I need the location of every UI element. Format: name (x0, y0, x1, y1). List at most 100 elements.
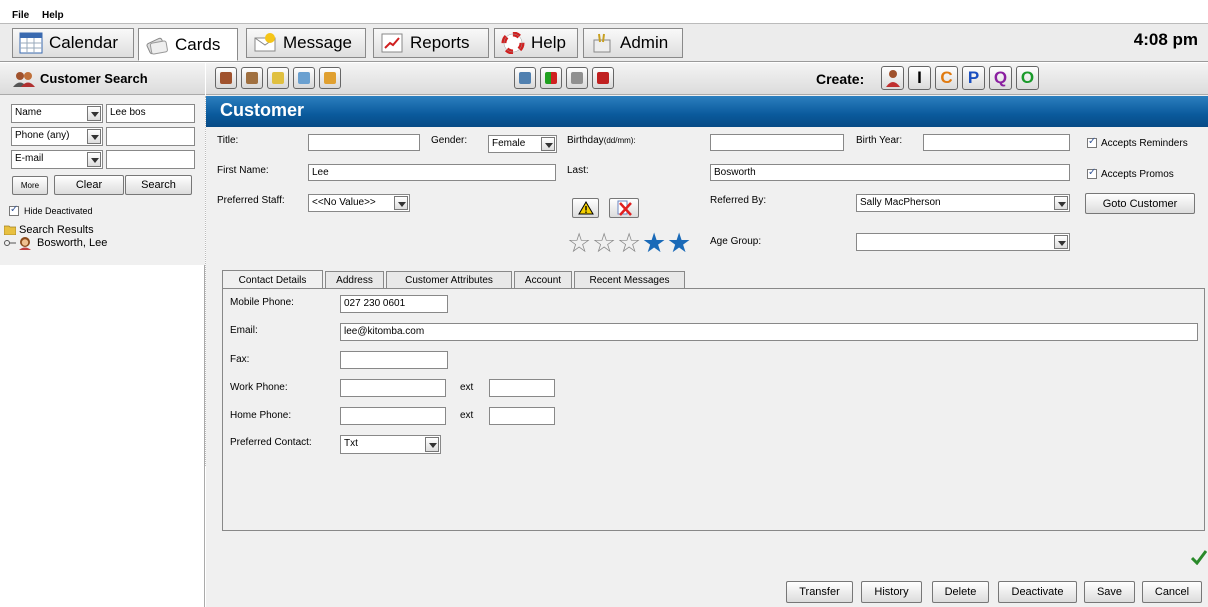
tab-admin[interactable]: Admin (583, 28, 683, 58)
search-results-node[interactable]: Search Results (4, 223, 107, 236)
gender-label: Gender: (431, 135, 468, 146)
register-toolbar-button[interactable] (566, 67, 588, 89)
fax-input[interactable] (340, 351, 448, 369)
work-ext-input[interactable] (489, 379, 555, 397)
search-field2-input[interactable] (106, 127, 195, 146)
payments-toolbar-button[interactable] (293, 67, 315, 89)
cancel-button[interactable]: Cancel (1142, 581, 1202, 603)
person-icon (19, 237, 31, 250)
search-field2-type[interactable]: Phone (any) (11, 127, 103, 146)
accepts-promos-checkbox[interactable] (1087, 167, 1097, 179)
mobile-phone-input[interactable]: 027 230 0601 (340, 295, 448, 313)
menu-help[interactable]: Help (42, 10, 64, 21)
rating-star[interactable]: ☆ (567, 230, 591, 257)
age-group-select[interactable] (856, 233, 1070, 251)
gender-select[interactable]: Female (488, 135, 557, 153)
tab-calendar[interactable]: Calendar (12, 28, 134, 58)
preferred-staff-select[interactable]: <<No Value>> (308, 194, 410, 212)
work-phone-input[interactable] (340, 379, 446, 397)
rating-star[interactable]: ☆ (617, 230, 641, 257)
search-field1-type[interactable]: Name (11, 104, 103, 123)
create-q-button[interactable]: Q (989, 66, 1012, 90)
first-name-label: First Name: (217, 165, 269, 176)
stamp-toolbar-button[interactable] (592, 67, 614, 89)
birth-year-input[interactable] (923, 134, 1070, 151)
admin-icon (593, 33, 611, 53)
clear-button[interactable]: Clear (54, 175, 124, 195)
tab-cards[interactable]: Cards (138, 28, 238, 61)
delete-button[interactable]: Delete (932, 581, 989, 603)
customer-search-title: Customer Search (40, 71, 148, 86)
tab-reports-label: Reports (410, 33, 470, 52)
home-ext-label: ext (460, 410, 474, 421)
create-c-button[interactable]: C (935, 66, 958, 90)
save-button[interactable]: Save (1084, 581, 1135, 603)
goto-customer-button[interactable]: Goto Customer (1085, 193, 1195, 214)
create-customer-button[interactable] (881, 66, 904, 90)
tab-contact-details[interactable]: Contact Details (222, 270, 323, 290)
search-field3-type[interactable]: E-mail (11, 150, 103, 169)
home-phone-input[interactable] (340, 407, 446, 425)
search-field3-input[interactable] (106, 150, 195, 169)
mobile-phone-label: Mobile Phone: (230, 297, 294, 308)
warning-button[interactable] (572, 198, 599, 218)
transfer-toolbar-button[interactable] (540, 67, 562, 89)
history-button[interactable]: History (861, 581, 922, 603)
stamp-icon (597, 72, 609, 84)
rating-star[interactable]: ☆ (592, 230, 616, 257)
transfer-button[interactable]: Transfer (786, 581, 853, 603)
last-name-label: Last: (567, 165, 589, 176)
message-icon (254, 33, 276, 52)
tab-recent-messages[interactable]: Recent Messages (574, 271, 685, 289)
calendar-icon (19, 32, 43, 54)
splitter-handle[interactable] (205, 96, 206, 466)
result-item[interactable]: Bosworth, Lee (4, 236, 107, 250)
first-name-input[interactable]: Lee (308, 164, 556, 181)
people-icon (13, 72, 35, 87)
preferred-contact-select[interactable]: Txt (340, 435, 441, 454)
menu-bar: File Help (0, 0, 1208, 24)
deactivate-button[interactable]: Deactivate (998, 581, 1077, 603)
delete-flag-button[interactable] (609, 198, 639, 218)
rating-star[interactable]: ★ (642, 230, 666, 257)
work-phone-label: Work Phone: (230, 382, 288, 393)
contact-details-panel: Mobile Phone: 027 230 0601 Email: lee@ki… (222, 288, 1205, 531)
birthday-input[interactable] (710, 134, 844, 151)
customers-toolbar-button[interactable] (215, 67, 237, 89)
menu-file[interactable]: File (12, 10, 29, 21)
home-ext-input[interactable] (489, 407, 555, 425)
clock: 4:08 pm (1133, 30, 1198, 49)
tab-customer-attributes[interactable]: Customer Attributes (386, 271, 512, 289)
create-p-button[interactable]: P (962, 66, 985, 90)
search-field1-input[interactable]: Lee bos (106, 104, 195, 123)
money-icon (272, 72, 284, 84)
title-input[interactable] (308, 134, 420, 151)
email-label: Email: (230, 325, 258, 336)
folder-toolbar-button[interactable] (319, 67, 341, 89)
tab-address[interactable]: Address (325, 271, 384, 289)
hide-deactivated-checkbox[interactable] (9, 204, 19, 216)
accepts-reminders-checkbox[interactable] (1087, 136, 1097, 148)
email-input[interactable]: lee@kitomba.com (340, 323, 1198, 341)
create-i-button[interactable]: I (908, 66, 931, 90)
products-toolbar-button[interactable] (241, 67, 263, 89)
home-phone-label: Home Phone: (230, 410, 292, 421)
tab-help[interactable]: Help (494, 28, 578, 58)
create-o-button[interactable]: O (1016, 66, 1039, 90)
money-toolbar-button[interactable] (267, 67, 289, 89)
tab-help-label: Help (531, 33, 566, 52)
search-button[interactable]: Search (125, 175, 192, 195)
document-toolbar-button[interactable] (514, 67, 536, 89)
last-name-input[interactable]: Bosworth (710, 164, 1070, 181)
more-button[interactable]: More (12, 176, 48, 195)
accepts-promos-label: Accepts Promos (1101, 169, 1174, 180)
tab-message[interactable]: Message (246, 28, 366, 58)
tab-account[interactable]: Account (514, 271, 572, 289)
referred-by-select[interactable]: Sally MacPherson (856, 194, 1070, 212)
chevron-down-icon (87, 152, 101, 167)
rating-star[interactable]: ★ (667, 230, 691, 257)
lifebuoy-icon (501, 32, 525, 54)
work-ext-label: ext (460, 382, 474, 393)
tab-reports[interactable]: Reports (373, 28, 489, 58)
document-icon (519, 72, 531, 84)
